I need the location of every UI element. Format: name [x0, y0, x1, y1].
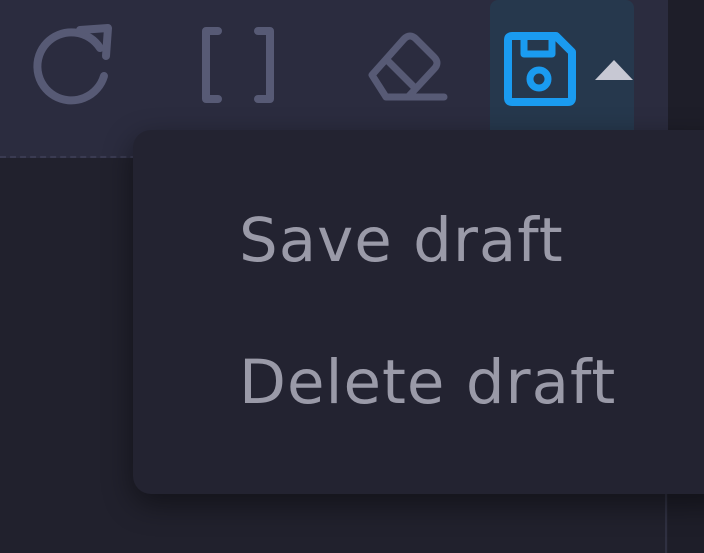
eraser-icon [368, 32, 447, 101]
brackets-icon [201, 27, 274, 103]
delete-draft-menu-item[interactable]: Delete draft [239, 352, 616, 413]
editor-area: Save draft Delete draft [0, 0, 704, 553]
redo-button[interactable] [20, 0, 130, 130]
eraser-button[interactable] [350, 0, 455, 130]
caret-up-icon[interactable] [595, 60, 633, 80]
redo-icon [33, 24, 112, 105]
save-dropdown-menu: Save draft Delete draft [133, 130, 704, 494]
save-draft-menu-item[interactable]: Save draft [239, 210, 564, 271]
divider [665, 490, 667, 553]
brackets-button[interactable] [185, 0, 290, 130]
